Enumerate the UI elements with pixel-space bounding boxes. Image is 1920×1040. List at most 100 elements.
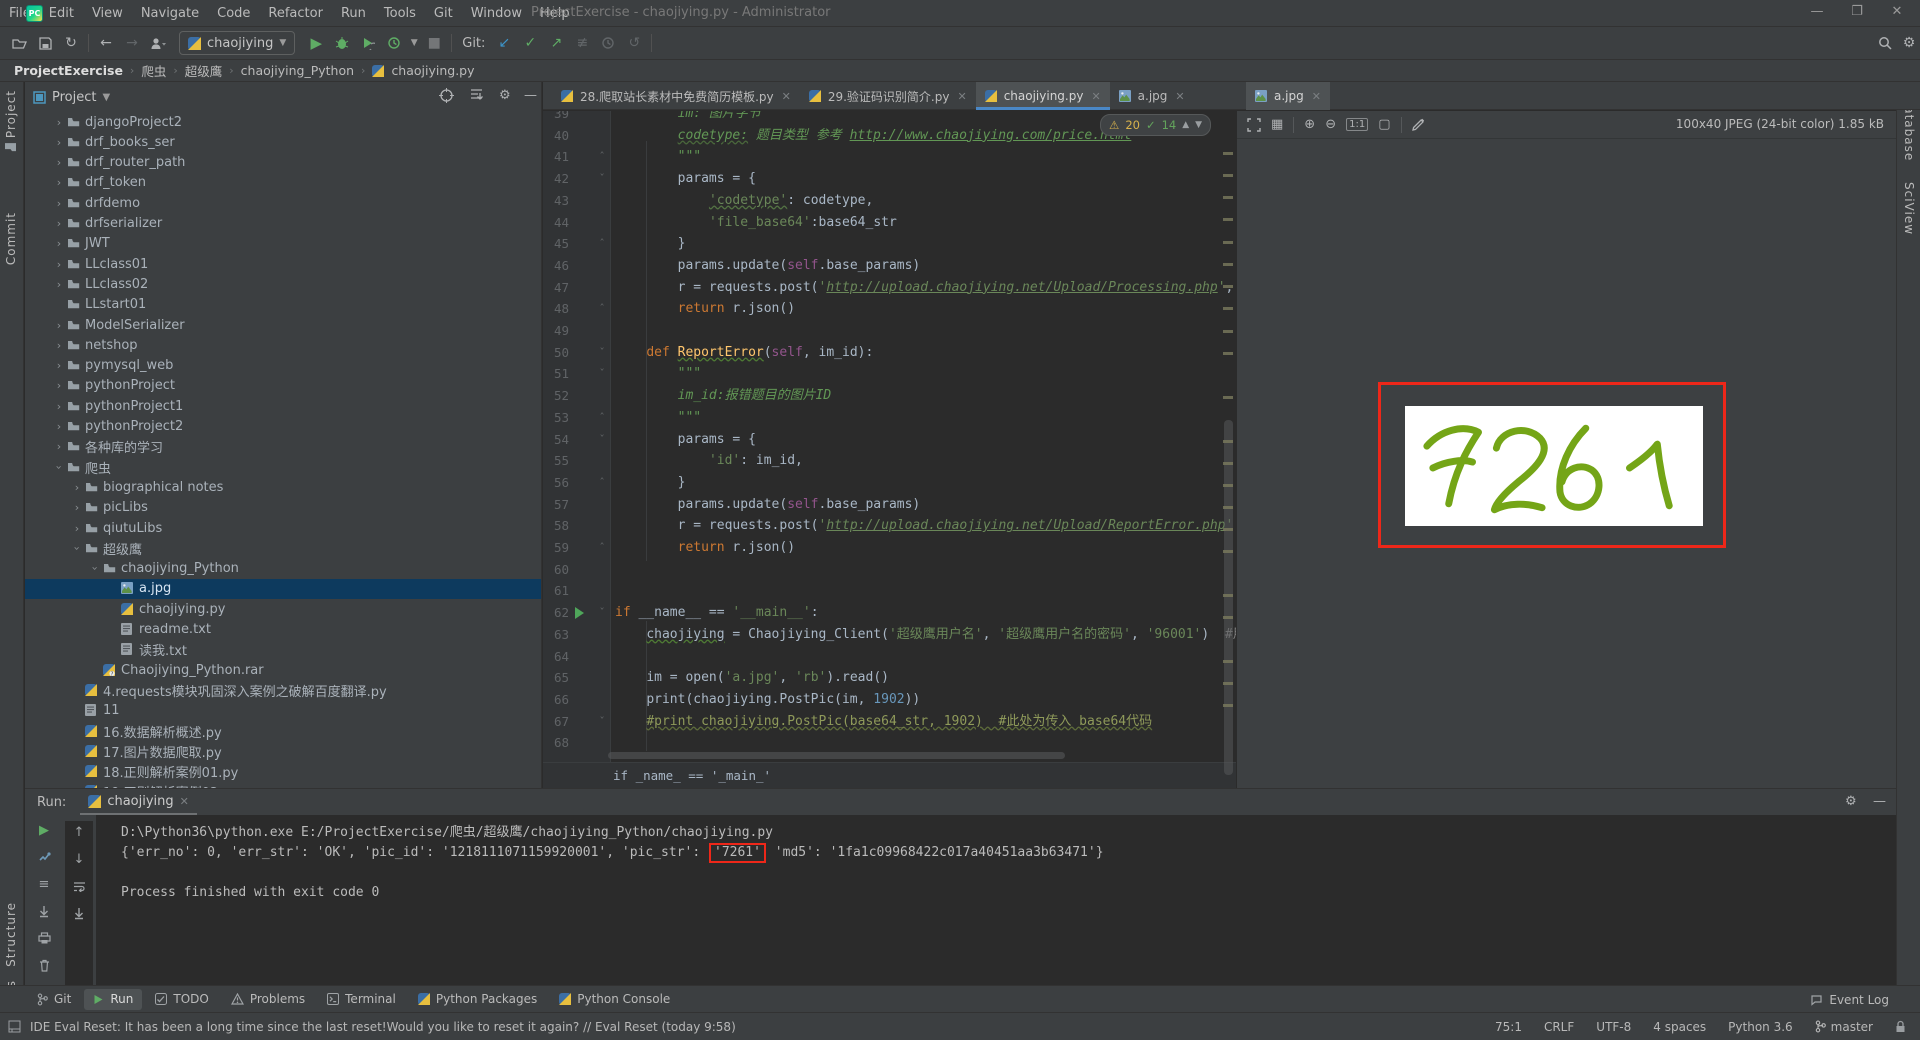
- run-tab[interactable]: chaojiying ✕: [80, 789, 197, 815]
- menu-code[interactable]: Code: [208, 6, 259, 21]
- tree-item-LLclass02[interactable]: › LLclass02: [25, 274, 541, 294]
- editor-tab-29.验证码识别简介.py[interactable]: 29.验证码识别简介.py ✕: [800, 82, 976, 110]
- indent-setting[interactable]: 4 spaces: [1653, 1020, 1706, 1034]
- interpreter[interactable]: Python 3.6: [1728, 1020, 1793, 1034]
- sidebar-item-commit[interactable]: Commit: [4, 212, 18, 265]
- toolwindow-tab-python-console[interactable]: Python Console: [550, 989, 679, 1010]
- profiler-icon[interactable]: [381, 31, 407, 55]
- scroll-to-end-button[interactable]: [35, 902, 53, 920]
- print-button[interactable]: [35, 929, 53, 947]
- forward-icon[interactable]: →: [119, 31, 145, 55]
- tree-item-drfserializer[interactable]: › drfserializer: [25, 214, 541, 234]
- zoom-in-icon[interactable]: ⊕: [1304, 117, 1315, 132]
- fold-marker-icon[interactable]: ˇ: [595, 342, 609, 364]
- git-rollback-icon[interactable]: ↺: [621, 31, 647, 55]
- toolwindow-tab-git[interactable]: Git: [28, 989, 80, 1010]
- breadcrumb-item[interactable]: 超级鹰: [185, 61, 223, 80]
- tree-item-Chaojiying_Python.rar[interactable]: ? Chaojiying_Python.rar: [25, 660, 541, 680]
- menu-git[interactable]: Git: [425, 6, 462, 21]
- tree-item-18.正则解析案例01.py[interactable]: 18.正则解析案例01.py: [25, 762, 541, 782]
- fold-marker-icon[interactable]: ˆ: [595, 233, 609, 255]
- editor-tab-a.jpg[interactable]: a.jpg ✕: [1246, 82, 1330, 110]
- save-icon[interactable]: [32, 31, 58, 55]
- git-history-icon[interactable]: [595, 31, 621, 55]
- next-inspection-icon[interactable]: ▼: [1195, 120, 1202, 130]
- fold-marker-icon[interactable]: ˆ: [595, 472, 609, 494]
- chevron-right-icon[interactable]: ›: [53, 359, 65, 372]
- chevron-down-icon[interactable]: ›: [89, 563, 102, 575]
- toolwindow-tab-terminal[interactable]: Terminal: [318, 989, 405, 1010]
- tree-item-chaojiying_Python[interactable]: › chaojiying_Python: [25, 559, 541, 579]
- tree-item-netshop[interactable]: › netshop: [25, 335, 541, 355]
- panel-settings-gear-icon[interactable]: ⚙: [499, 88, 511, 103]
- chevron-right-icon[interactable]: ›: [53, 136, 65, 149]
- scroll-end-icon[interactable]: [70, 904, 88, 922]
- breadcrumb-item[interactable]: chaojiying_Python: [241, 63, 354, 78]
- tree-item-11[interactable]: 11: [25, 701, 541, 721]
- chevron-right-icon[interactable]: ›: [53, 258, 65, 271]
- tree-item-qiutuLibs[interactable]: › qiutuLibs: [25, 518, 541, 538]
- code-editor[interactable]: 39 im: 图片字节 40 codetype: 题目类型 参考 http://www…: [543, 111, 1236, 788]
- project-panel-header[interactable]: Project ▼: [25, 84, 541, 110]
- chevron-right-icon[interactable]: ›: [71, 522, 83, 535]
- stop-button[interactable]: [35, 848, 53, 866]
- run-line-icon[interactable]: [575, 607, 584, 620]
- menu-refactor[interactable]: Refactor: [259, 6, 332, 21]
- chevron-right-icon[interactable]: ›: [53, 197, 65, 210]
- encoding[interactable]: UTF-8: [1596, 1020, 1631, 1034]
- tree-item-爬虫[interactable]: › 爬虫: [25, 457, 541, 477]
- toolwindow-tab-run[interactable]: Run: [84, 988, 143, 1010]
- inspections-widget[interactable]: ⚠ 20 ✓ 14 ▲ ▼: [1100, 114, 1212, 136]
- hide-panel-icon[interactable]: —: [524, 88, 537, 103]
- tree-item-读我.txt[interactable]: 读我.txt: [25, 640, 541, 660]
- collapse-all-icon[interactable]: [469, 88, 484, 103]
- tree-item-pymysql_web[interactable]: › pymysql_web: [25, 356, 541, 376]
- tree-item-drf_router_path[interactable]: › drf_router_path: [25, 153, 541, 173]
- chevron-right-icon[interactable]: ›: [53, 156, 65, 169]
- fold-marker-icon[interactable]: ˇ: [595, 711, 609, 733]
- fold-marker-icon[interactable]: ˆ: [595, 298, 609, 320]
- chevron-right-icon[interactable]: ›: [53, 339, 65, 352]
- back-icon[interactable]: ←: [93, 31, 119, 55]
- fold-marker-icon[interactable]: ˆ: [595, 146, 609, 168]
- tree-item-pythonProject2[interactable]: › pythonProject2: [25, 417, 541, 437]
- actual-size-icon[interactable]: 1:1: [1346, 118, 1369, 131]
- chevron-right-icon[interactable]: ›: [53, 420, 65, 433]
- clear-all-button[interactable]: [35, 956, 53, 974]
- close-icon[interactable]: ✕: [180, 795, 189, 808]
- toolwindow-toggle-icon[interactable]: [8, 1020, 21, 1033]
- toolwindow-tab-python-packages[interactable]: Python Packages: [409, 989, 546, 1010]
- rerun-button[interactable]: ▶: [35, 821, 53, 839]
- tree-item-4.requests模块巩固深入案例之破解百度翻译.py[interactable]: 4.requests模块巩固深入案例之破解百度翻译.py: [25, 680, 541, 700]
- chevron-right-icon[interactable]: ›: [53, 237, 65, 250]
- menu-window[interactable]: Window: [462, 6, 531, 21]
- run-coverage-icon[interactable]: [355, 31, 381, 55]
- breadcrumb-item[interactable]: ProjectExercise: [14, 63, 123, 78]
- grid-icon[interactable]: ▦: [1271, 117, 1283, 132]
- editor-tab-a.jpg[interactable]: a.jpg ✕: [1110, 82, 1194, 110]
- git-commit-icon[interactable]: ✓: [517, 31, 543, 55]
- editor-tab-chaojiying.py[interactable]: chaojiying.py ✕: [975, 82, 1110, 110]
- editor-vertical-scrollbar[interactable]: [1224, 420, 1233, 775]
- git-diff-icon[interactable]: ≢: [569, 31, 595, 55]
- soft-wrap-icon[interactable]: [70, 877, 88, 895]
- run-button[interactable]: ▶: [303, 31, 329, 55]
- tree-item-djangoProject2[interactable]: › djangoProject2: [25, 112, 541, 132]
- stop-icon[interactable]: ■: [421, 31, 447, 55]
- chevron-down-icon[interactable]: ›: [71, 542, 84, 554]
- minimize-button[interactable]: —: [1800, 0, 1834, 26]
- fold-marker-icon[interactable]: ˆ: [595, 537, 609, 559]
- zoom-fit-icon[interactable]: [1247, 117, 1261, 132]
- tree-item-JWT[interactable]: › JWT: [25, 234, 541, 254]
- tree-item-16.数据解析概述.py[interactable]: 16.数据解析概述.py: [25, 721, 541, 741]
- sidebar-item-structure[interactable]: Structure: [4, 902, 18, 967]
- profiler-chevron-icon[interactable]: ▼: [407, 31, 421, 55]
- tree-item-readme.txt[interactable]: readme.txt: [25, 620, 541, 640]
- close-icon[interactable]: ✕: [1091, 90, 1100, 103]
- sidebar-item-project[interactable]: Project: [4, 90, 18, 153]
- tree-item-LLstart01[interactable]: LLstart01: [25, 295, 541, 315]
- run-settings-gear-icon[interactable]: ⚙: [1845, 794, 1857, 809]
- chevron-right-icon[interactable]: ›: [53, 379, 65, 392]
- prev-inspection-icon[interactable]: ▲: [1182, 120, 1189, 130]
- menu-navigate[interactable]: Navigate: [132, 6, 208, 21]
